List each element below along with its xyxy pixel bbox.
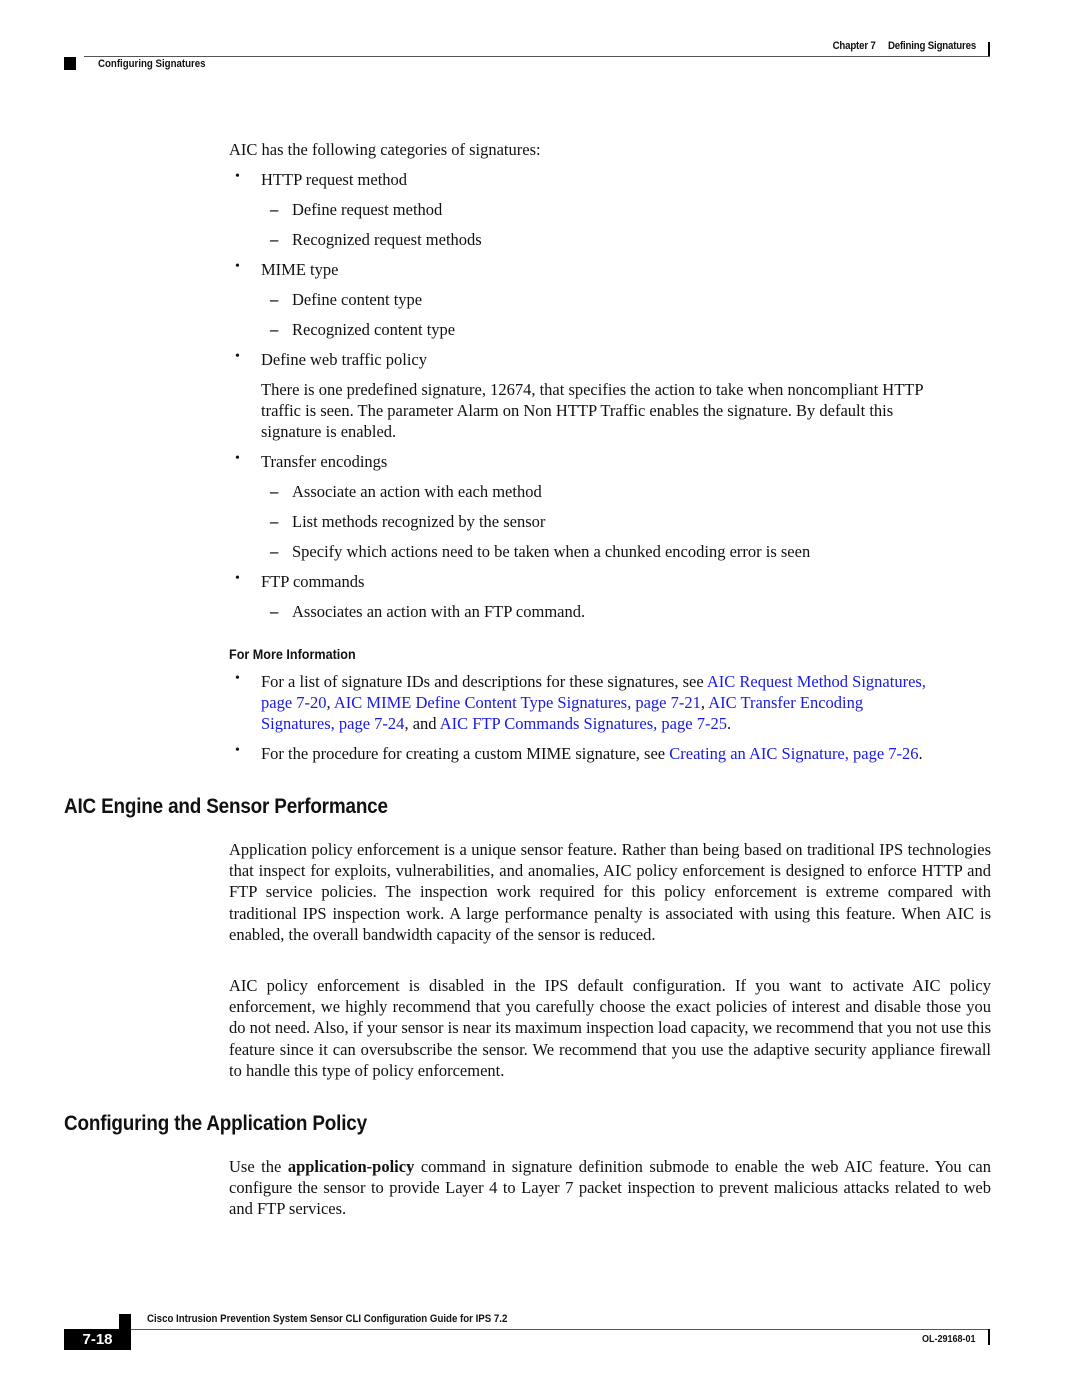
chapter-label: Chapter 7 (832, 40, 876, 52)
footer-marker-block (119, 1314, 131, 1329)
dash-icon: – (270, 542, 279, 561)
subitem: Recognized request methods (292, 230, 482, 249)
category-item: Transfer encodings (261, 452, 388, 471)
text: For a list of signature IDs and descript… (261, 672, 707, 691)
more-info-item: For a list of signature IDs and descript… (261, 671, 996, 734)
link-aic-mime-content-type[interactable]: AIC MIME Define Content Type Signatures,… (334, 693, 701, 712)
bullet-icon: • (235, 259, 240, 274)
link-aic-request-method[interactable]: AIC Request Method Signatures, (707, 672, 926, 691)
dash-icon: – (270, 200, 279, 219)
subitem: Associates an action with an FTP command… (292, 602, 586, 621)
dash-icon: – (270, 320, 279, 339)
bullet-icon: • (235, 451, 240, 466)
category-note-line: traffic is seen. The parameter Alarm on … (261, 401, 894, 420)
header-rule (84, 56, 990, 57)
bullet-icon: • (235, 671, 240, 686)
bullet-icon: • (235, 743, 240, 758)
text: , (326, 693, 334, 712)
link-creating-aic-signature[interactable]: Creating an AIC Signature, page 7-26 (669, 744, 918, 763)
text: . (918, 744, 923, 763)
link-aic-transfer-encoding[interactable]: AIC Transfer Encoding (708, 693, 863, 712)
footer-guide-title: Cisco Intrusion Prevention System Sensor… (147, 1313, 508, 1325)
subitem: Recognized content type (292, 320, 456, 339)
text: . (726, 714, 732, 733)
footer-vertical-bar (988, 1329, 990, 1345)
link-aic-request-method-page[interactable]: page 7-20 (261, 693, 327, 712)
subitem: Define request method (292, 200, 443, 219)
subitem: List methods recognized by the sensor (292, 512, 546, 531)
text: For the procedure for creating a custom … (261, 744, 670, 763)
more-info-item: For the procedure for creating a custom … (261, 743, 996, 764)
category-note-line: There is one predefined signature, 12674… (261, 380, 924, 399)
header-vertical-bar (988, 42, 990, 57)
page-number: 7-18 (64, 1329, 131, 1350)
footer-rule (131, 1329, 990, 1330)
category-item: MIME type (261, 260, 339, 279)
text: , and (404, 714, 440, 733)
category-item: Define web traffic policy (261, 350, 427, 369)
category-note-line: signature is enabled. (261, 422, 397, 441)
dash-icon: – (270, 230, 279, 249)
dash-icon: – (270, 482, 279, 501)
bullet-icon: • (235, 349, 240, 364)
header-marker-block (64, 57, 76, 70)
section-heading-performance: AIC Engine and Sensor Performance (64, 795, 388, 818)
dash-icon: – (270, 512, 279, 531)
running-header-section: Configuring Signatures (98, 58, 206, 70)
section-heading-application-policy: Configuring the Application Policy (64, 1112, 367, 1135)
more-info-heading: For More Information (229, 646, 356, 662)
category-item: FTP commands (261, 572, 365, 591)
subitem: Specify which actions need to be taken w… (292, 542, 811, 561)
link-aic-ftp-commands[interactable]: AIC FTP Commands Signatures, page 7-25 (440, 714, 727, 733)
bullet-icon: • (235, 169, 240, 184)
intro-text: AIC has the following categories of sign… (229, 140, 541, 159)
dash-icon: – (270, 602, 279, 621)
command-name: application-policy (287, 1157, 415, 1176)
running-header-chapter: Chapter 7 Defining Signatures (832, 40, 977, 52)
performance-paragraph-1: Application policy enforcement is a uniq… (229, 840, 991, 944)
performance-paragraph-2: AIC policy enforcement is disabled in th… (229, 976, 991, 1080)
dash-icon: – (270, 290, 279, 309)
text: Use the (229, 1157, 288, 1176)
chapter-title: Defining Signatures (887, 40, 976, 52)
application-policy-paragraph: Use the application-policy command in si… (229, 1156, 991, 1220)
subitem: Define content type (292, 290, 423, 309)
subitem: Associate an action with each method (292, 482, 542, 501)
document-number: OL-29168-01 (921, 1334, 975, 1345)
link-aic-transfer-encoding-page[interactable]: Signatures, page 7-24 (261, 714, 404, 733)
category-item: HTTP request method (261, 170, 408, 189)
bullet-icon: • (235, 571, 240, 586)
